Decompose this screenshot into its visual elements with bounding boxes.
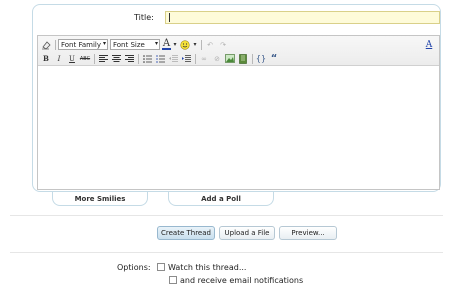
watch-thread-checkbox[interactable] [157, 263, 165, 271]
font-family-select[interactable]: Font Family ▾ [58, 39, 108, 50]
toolbar-row-2: B I U ABC ∞ ⊘ {} “ [40, 52, 281, 65]
toolbar-separator [94, 53, 95, 64]
toolbar-separator [195, 53, 196, 64]
title-label: Title: [134, 13, 154, 22]
chevron-down-icon[interactable]: ▾ [192, 39, 198, 51]
font-size-select-label: Font Size [113, 40, 145, 49]
smiley-icon[interactable] [179, 39, 191, 51]
divider [10, 215, 443, 216]
numbered-list-icon[interactable] [154, 53, 166, 65]
italic-icon[interactable]: I [53, 53, 65, 65]
email-notify-label[interactable]: and receive email notifications [180, 276, 303, 285]
link-icon[interactable]: ∞ [198, 53, 210, 65]
options-label: Options: [117, 263, 151, 272]
editor-toolbar: Font Family ▾ Font Size ▾ A ▾ ▾ ↶ ↷ A B … [38, 36, 439, 66]
eraser-icon[interactable] [40, 39, 52, 51]
image-icon[interactable] [224, 53, 236, 65]
add-poll-button[interactable]: Add a Poll [168, 192, 274, 206]
align-center-icon[interactable] [110, 53, 122, 65]
text-color-button[interactable]: A [162, 38, 171, 50]
underline-icon[interactable]: U [66, 53, 78, 65]
upload-file-button[interactable]: Upload a File [219, 226, 275, 240]
undo-icon[interactable]: ↶ [204, 39, 216, 51]
message-textarea[interactable] [38, 67, 439, 189]
outdent-icon[interactable] [167, 53, 179, 65]
remove-format-icon[interactable]: A [423, 39, 435, 51]
chevron-down-icon[interactable]: ▾ [172, 39, 178, 51]
more-smilies-button[interactable]: More Smilies [52, 192, 148, 206]
bold-icon[interactable]: B [40, 53, 52, 65]
font-size-select[interactable]: Font Size ▾ [110, 39, 160, 50]
toolbar-separator [201, 39, 202, 50]
toolbar-separator [55, 39, 56, 50]
text-cursor [169, 13, 170, 22]
align-right-icon[interactable] [123, 53, 135, 65]
unlink-icon[interactable]: ⊘ [211, 53, 223, 65]
strikethrough-icon[interactable]: ABC [79, 53, 91, 65]
code-icon[interactable]: {} [255, 53, 267, 65]
email-notify-checkbox[interactable] [169, 276, 177, 284]
toolbar-separator [138, 53, 139, 64]
quote-icon[interactable]: “ [268, 53, 280, 65]
indent-icon[interactable] [180, 53, 192, 65]
chevron-down-icon: ▾ [102, 40, 106, 47]
bullet-list-icon[interactable] [141, 53, 153, 65]
preview-button[interactable]: Preview... [279, 226, 337, 240]
align-left-icon[interactable] [97, 53, 109, 65]
font-family-select-label: Font Family [61, 40, 101, 49]
media-icon[interactable] [237, 53, 249, 65]
rich-text-editor: Font Family ▾ Font Size ▾ A ▾ ▾ ↶ ↷ A B … [37, 35, 440, 190]
chevron-down-icon: ▾ [154, 40, 158, 47]
toolbar-row-1: Font Family ▾ Font Size ▾ A ▾ ▾ ↶ ↷ [40, 38, 230, 51]
toolbar-separator [252, 53, 253, 64]
divider [10, 252, 443, 253]
redo-icon[interactable]: ↷ [217, 39, 229, 51]
watch-thread-label[interactable]: Watch this thread... [168, 263, 246, 272]
title-input[interactable] [165, 11, 440, 24]
create-thread-button[interactable]: Create Thread [157, 226, 215, 240]
